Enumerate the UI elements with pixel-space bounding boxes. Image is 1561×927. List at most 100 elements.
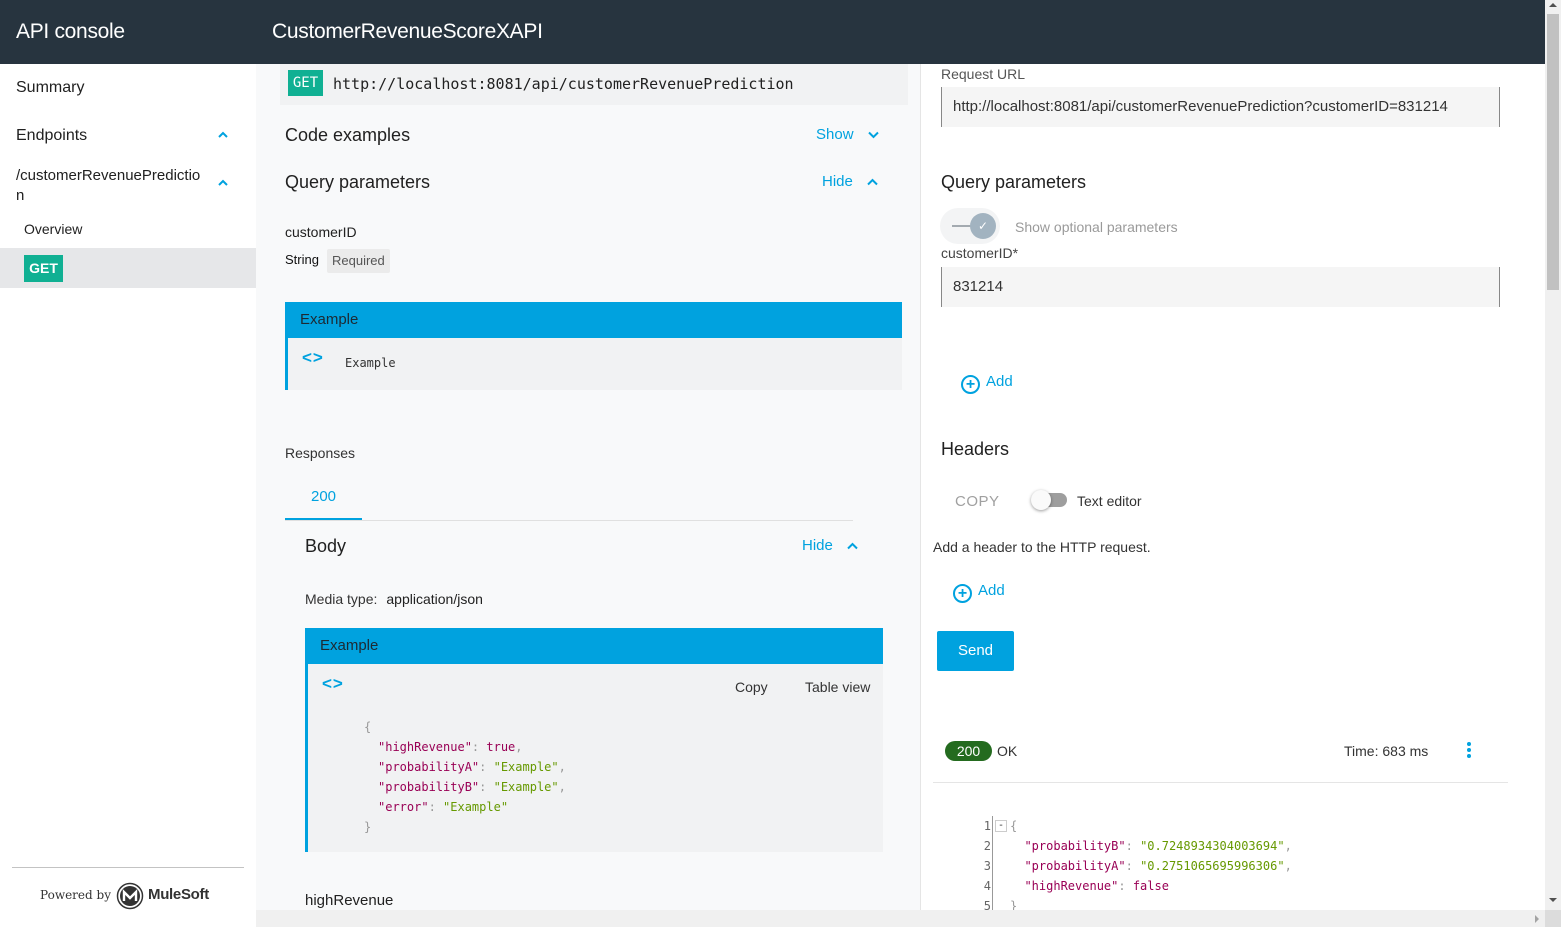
chevron-up-icon — [867, 173, 878, 190]
request-url-field[interactable]: http://localhost:8081/api/customerRevenu… — [941, 87, 1500, 127]
line-numbers: 1 2 3 4 5 — [983, 819, 991, 910]
endpoint-url-bar: GET http://localhost:8081/api/customerRe… — [280, 64, 908, 105]
tabs-divider — [285, 520, 853, 521]
code-line: "probabilityB": "0.7248934304003694", — [1024, 839, 1292, 853]
status-text: OK — [997, 743, 1018, 759]
request-panel: Request URL http://localhost:8081/api/cu… — [921, 64, 1545, 910]
json-open-brace: { — [364, 720, 372, 734]
sidebar-divider — [12, 867, 244, 868]
json-line: "probabilityA": "Example", — [378, 760, 566, 774]
headers-hint: Add a header to the HTTP request. — [933, 539, 1151, 555]
method-badge-get[interactable]: GET — [24, 255, 63, 282]
response-time: Time: 683 ms — [1344, 743, 1429, 759]
add-label: Add — [978, 582, 1005, 599]
code-line: "probabilityA": "0.2751065695996306", — [1024, 859, 1292, 873]
code-icon[interactable]: <> — [322, 674, 344, 694]
chevron-up-icon[interactable] — [218, 179, 228, 189]
response-field-name: highRevenue — [305, 892, 394, 909]
media-type: Media type: application/json — [305, 591, 483, 607]
vertical-scrollbar[interactable] — [1545, 0, 1561, 910]
mulesoft-brand: MuleSoft — [148, 886, 209, 903]
param-label: customerID* — [941, 245, 1019, 261]
sidebar-item-overview[interactable]: Overview — [24, 221, 82, 237]
status-code-badge: 200 — [945, 741, 992, 761]
param-type: String — [285, 252, 319, 267]
json-line: "highRevenue": true, — [378, 740, 523, 754]
body-title: Body — [305, 536, 347, 556]
endpoint-path: /customerRevenuePredictio — [16, 167, 201, 184]
customer-id-input[interactable]: 831214 — [941, 267, 1500, 307]
method-badge: GET — [288, 70, 323, 96]
example-header: Example — [285, 302, 902, 338]
toggle-label: Hide — [802, 537, 833, 554]
code-examples-toggle[interactable]: Show — [816, 126, 879, 143]
code-line: } — [1010, 899, 1018, 910]
scroll-up-icon[interactable] — [1549, 3, 1557, 7]
horizontal-scrollbar[interactable] — [256, 910, 1545, 927]
code-examples-title: Code examples — [285, 125, 411, 145]
table-view-button[interactable]: Table view — [805, 679, 870, 695]
query-params-title: Query parameters — [941, 172, 1087, 192]
fold-toggle-icon[interactable]: - — [995, 820, 1007, 832]
show-optional-toggle[interactable]: ✓ — [940, 208, 1000, 244]
toggle-label: Hide — [822, 173, 853, 190]
add-query-param-button[interactable]: + Add — [961, 373, 1013, 394]
request-url-label: Request URL — [941, 66, 1026, 82]
json-line: "error": "Example" — [378, 800, 509, 814]
example-header: Example — [305, 628, 883, 664]
code-line: "highRevenue": false — [1024, 879, 1169, 893]
scroll-down-icon[interactable] — [1549, 898, 1557, 902]
app-header: API console CustomerRevenueScoreXAPI — [0, 0, 1545, 64]
tab-active-indicator — [285, 518, 362, 520]
copy-button[interactable]: Copy — [735, 679, 768, 695]
response-divider — [933, 782, 1508, 783]
json-line: "probabilityB": "Example", — [378, 780, 566, 794]
documentation-panel: GET http://localhost:8081/api/customerRe… — [256, 64, 920, 910]
add-label: Add — [986, 373, 1013, 390]
sidebar-item-endpoints[interactable]: Endpoints — [16, 127, 87, 145]
scrollbar-corner — [1545, 910, 1561, 927]
tab-status-200[interactable]: 200 — [285, 484, 362, 520]
sidebar: Summary Endpoints /customerRevenuePredic… — [0, 64, 256, 927]
responses-label: Responses — [285, 445, 356, 461]
response-body: { "probabilityB": "0.7248934304003694", … — [1010, 816, 1292, 910]
scrollbar-thumb[interactable] — [1547, 14, 1559, 290]
required-badge: Required — [327, 249, 390, 273]
send-button[interactable]: Send — [937, 631, 1014, 671]
body-toggle[interactable]: Hide — [802, 537, 858, 554]
app-title: API console — [16, 20, 125, 43]
scroll-right-icon[interactable] — [1535, 915, 1539, 923]
chevron-up-icon — [847, 537, 858, 554]
query-params-toggle[interactable]: Hide — [822, 173, 878, 190]
mulesoft-logo-icon — [116, 882, 144, 910]
copy-headers-button[interactable]: COPY — [955, 493, 1000, 510]
text-editor-switch[interactable] — [1031, 490, 1067, 510]
chevron-up-icon[interactable] — [218, 131, 228, 141]
chevron-down-icon — [867, 126, 879, 143]
media-type-label: Media type: — [305, 591, 378, 607]
json-close-brace: } — [364, 820, 372, 834]
add-header-button[interactable]: + Add — [953, 582, 1005, 603]
endpoint-path-wrap: n — [16, 187, 25, 204]
response-example-box: Example <> Copy Table view { "highRevenu… — [305, 628, 883, 852]
param-example-box: Example <> Example — [285, 302, 902, 390]
code-icon[interactable]: <> — [302, 348, 324, 368]
toggle-label: Show — [816, 126, 854, 143]
query-params-title: Query parameters — [285, 172, 431, 192]
plus-circle-icon: + — [961, 375, 980, 394]
text-editor-label: Text editor — [1077, 493, 1142, 509]
param-name: customerID — [285, 224, 357, 240]
endpoint-url: http://localhost:8081/api/customerRevenu… — [333, 75, 794, 93]
switch-knob — [1031, 490, 1051, 510]
gutter-border — [992, 816, 993, 910]
code-line: { — [1010, 819, 1018, 833]
plus-circle-icon: + — [953, 584, 972, 603]
more-options-icon[interactable] — [1466, 742, 1472, 760]
headers-title: Headers — [941, 439, 1010, 459]
api-title: CustomerRevenueScoreXAPI — [272, 20, 543, 43]
sidebar-item-endpoint[interactable]: /customerRevenuePredictio n — [16, 166, 200, 206]
powered-by-label: Powered by — [40, 888, 111, 902]
show-optional-label: Show optional parameters — [1015, 219, 1178, 235]
sidebar-item-summary[interactable]: Summary — [16, 79, 84, 97]
example-value: Example — [345, 356, 396, 370]
